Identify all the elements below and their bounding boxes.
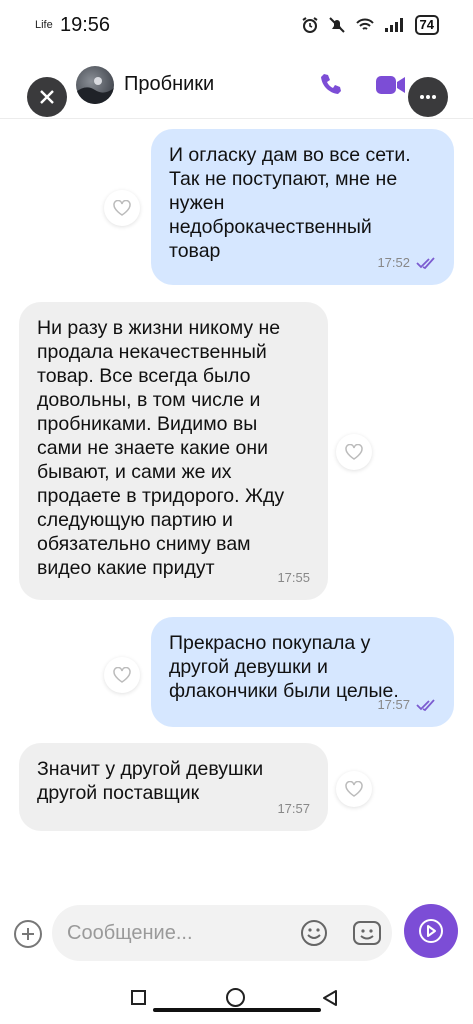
signal-icon — [384, 18, 403, 32]
heart-icon — [113, 667, 131, 683]
message-input-placeholder: Сообщение... — [67, 922, 193, 944]
message-meta: 17:55 — [277, 566, 310, 590]
chat-header: Пробники — [0, 56, 473, 119]
message-bubble-outgoing[interactable]: Прекрасно покупала у другой девушки и фл… — [151, 617, 454, 727]
gesture-bar[interactable] — [153, 1008, 321, 1012]
home-button[interactable] — [226, 988, 245, 1007]
message-text: Ни разу в жизни никому не продала некаче… — [37, 317, 285, 579]
message-text: Значит у другой девушки другой поставщик — [37, 758, 264, 804]
message-time: 17:55 — [277, 570, 310, 585]
recent-apps-button[interactable] — [131, 990, 146, 1005]
attach-button[interactable] — [14, 920, 42, 948]
message-time: 17:57 — [377, 697, 410, 712]
message-meta: 17:57 — [277, 797, 310, 821]
status-bar: Life 19:56 74 — [0, 0, 473, 56]
plus-icon — [22, 928, 34, 940]
heart-icon — [345, 781, 363, 797]
like-button[interactable] — [336, 771, 372, 807]
message-meta: 17:52 — [377, 251, 436, 275]
message-bubble-outgoing[interactable]: И огласку дам во все сети. Так не поступ… — [151, 129, 454, 285]
video-camera-icon[interactable] — [375, 74, 407, 96]
like-button[interactable] — [336, 434, 372, 470]
wifi-icon — [355, 18, 374, 30]
message-text: И огласку дам во все сети. Так не поступ… — [169, 144, 411, 262]
send-button[interactable] — [404, 904, 458, 958]
avatar-image — [76, 77, 114, 104]
double-check-icon — [416, 257, 435, 269]
like-button[interactable] — [104, 657, 140, 693]
mute-icon — [328, 17, 345, 33]
close-button[interactable] — [27, 77, 67, 117]
avatar[interactable] — [76, 66, 114, 104]
alarm-icon — [301, 17, 318, 33]
message-meta: 17:57 — [377, 693, 436, 717]
heart-icon — [345, 444, 363, 460]
message-time: 17:57 — [277, 801, 310, 816]
ellipsis-icon — [420, 95, 436, 99]
message-bubble-incoming[interactable]: Значит у другой девушки другой поставщик… — [19, 743, 328, 831]
play-circle-icon — [419, 919, 443, 943]
sticker-icon[interactable] — [352, 919, 382, 947]
carrier-label: Life — [35, 19, 53, 31]
status-time: 19:56 — [60, 14, 111, 36]
battery-indicator: 74 — [414, 15, 439, 35]
double-check-icon — [416, 699, 435, 711]
message-input[interactable]: Сообщение... — [52, 905, 392, 961]
heart-icon — [113, 200, 131, 216]
back-triangle-icon[interactable] — [322, 989, 338, 1007]
chat-title[interactable]: Пробники — [124, 73, 214, 96]
like-button[interactable] — [104, 190, 140, 226]
phone-icon[interactable] — [318, 71, 344, 97]
close-icon — [40, 90, 54, 104]
more-options-button[interactable] — [408, 77, 448, 117]
status-icons: 74 — [301, 15, 439, 35]
emoji-icon[interactable] — [300, 919, 328, 947]
message-time: 17:52 — [377, 255, 410, 270]
message-bubble-incoming[interactable]: Ни разу в жизни никому не продала некаче… — [19, 302, 328, 600]
